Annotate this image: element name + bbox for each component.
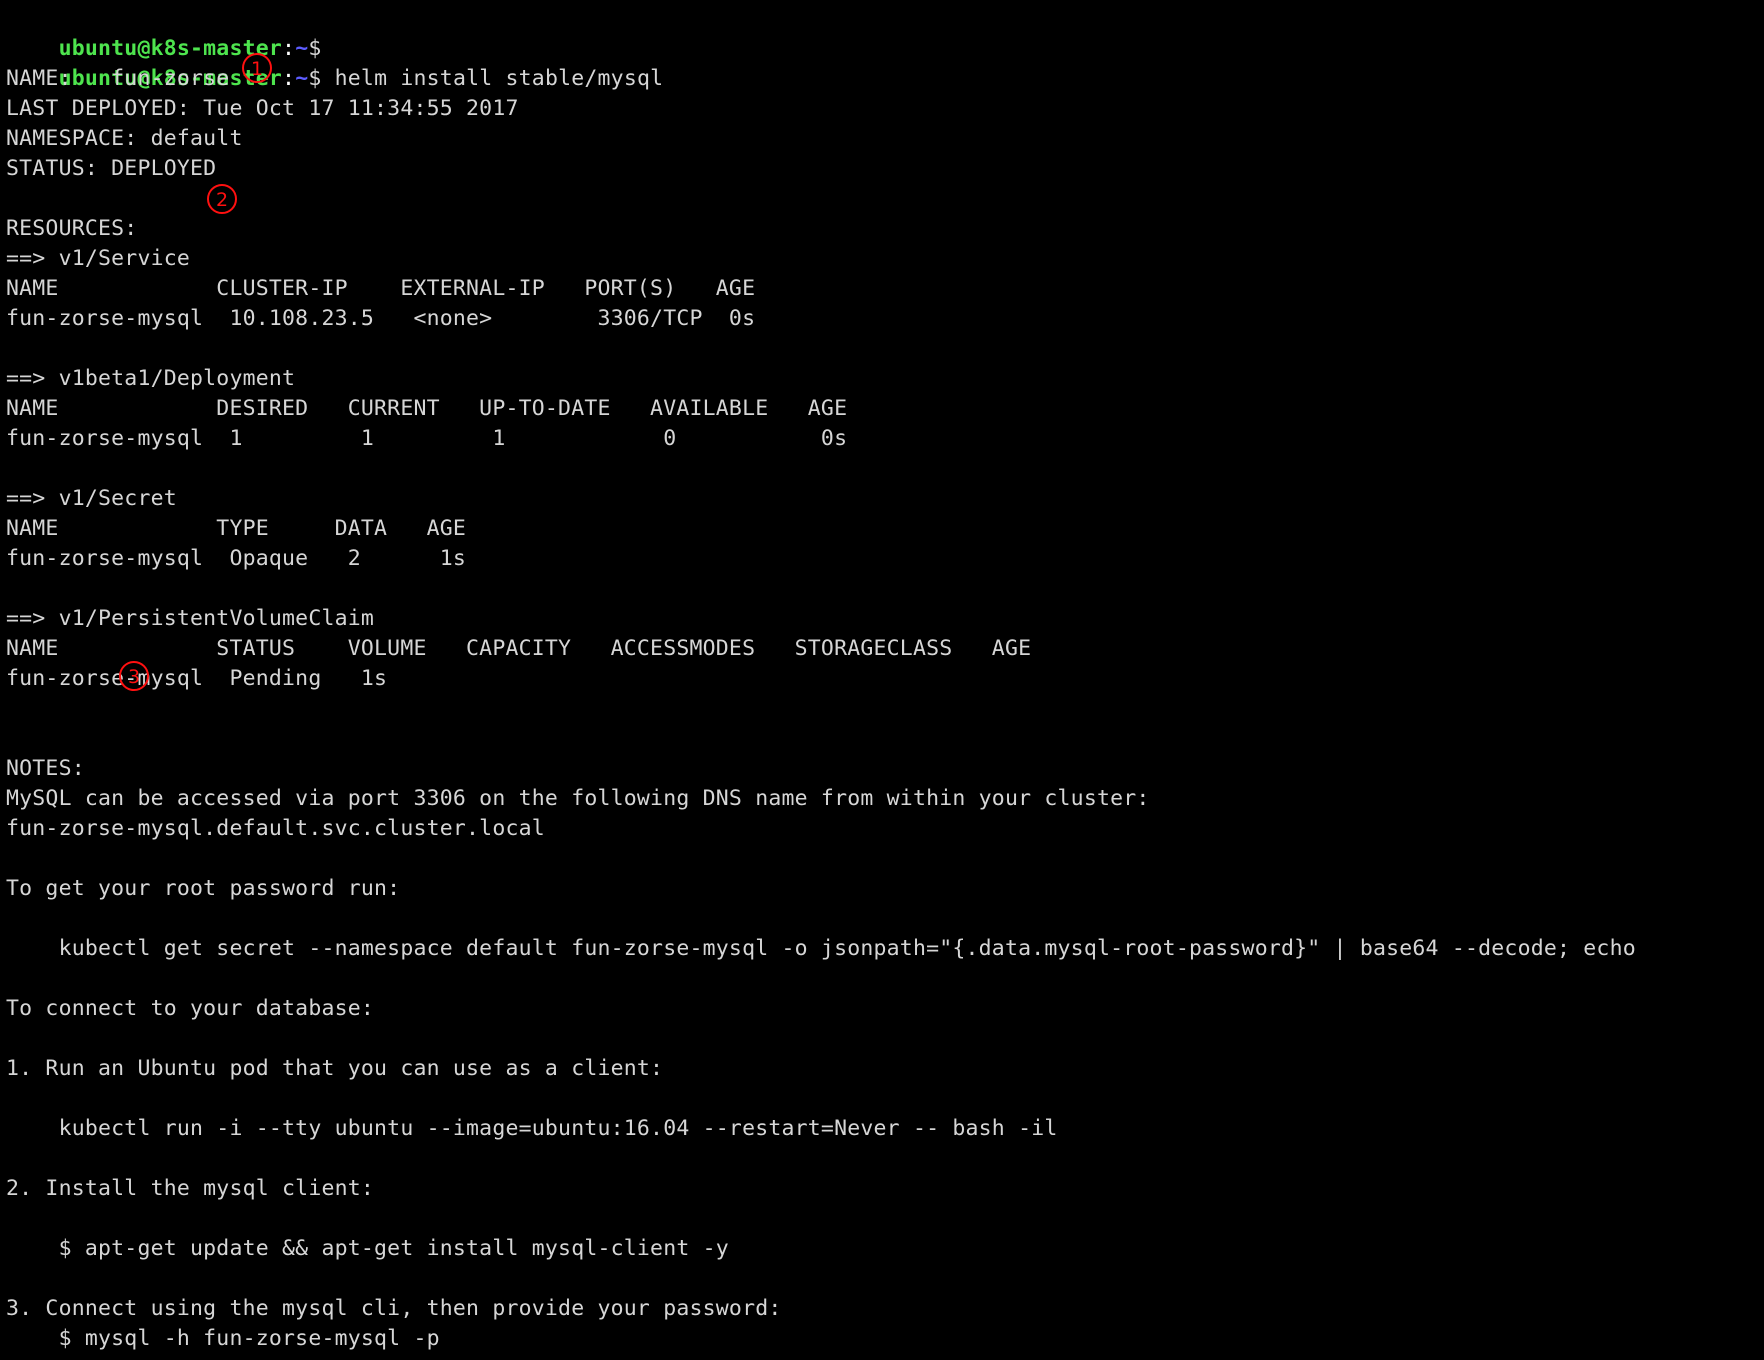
terminal-line: LAST DEPLOYED: Tue Oct 17 11:34:55 2017	[6, 96, 519, 121]
terminal-line: 1. Run an Ubuntu pod that you can use as…	[6, 1056, 664, 1081]
prompt-colon: :	[282, 66, 296, 91]
terminal-line: NOTES:	[6, 756, 85, 781]
prompt-line-idle: ubuntu@k8s-master:~$	[6, 4, 1764, 61]
terminal-line: MySQL can be accessed via port 3306 on t…	[6, 786, 1150, 811]
prompt-path: ~	[295, 66, 309, 91]
terminal-line: kubectl run -i --tty ubuntu --image=ubun…	[6, 1116, 1058, 1141]
command-text: helm install stable/mysql	[321, 66, 664, 91]
terminal-line: NAME STATUS VOLUME CAPACITY ACCESSMODES …	[6, 636, 1032, 661]
terminal-line: fun-zorse-mysql Opaque 2 1s	[6, 546, 467, 571]
terminal-line: fun-zorse-mysql 10.108.23.5 <none> 3306/…	[6, 306, 756, 331]
terminal-line: STATUS: DEPLOYED	[6, 156, 217, 181]
terminal-line: To connect to your database:	[6, 996, 375, 1021]
terminal-window[interactable]: ubuntu@k8s-master:~$ ubuntu@k8s-master:~…	[0, 0, 1764, 1360]
terminal-line: ==> v1/PersistentVolumeClaim	[6, 606, 375, 631]
terminal-line: $ apt-get update && apt-get install mysq…	[6, 1236, 729, 1261]
terminal-line: NAME DESIRED CURRENT UP-TO-DATE AVAILABL…	[6, 396, 848, 421]
terminal-line: fun-zorse-mysql 1 1 1 0 0s	[6, 426, 848, 451]
terminal-line: NAME TYPE DATA AGE	[6, 516, 467, 541]
terminal-line: RESOURCES:	[6, 216, 138, 241]
terminal-line: ==> v1/Secret	[6, 486, 177, 511]
terminal-line: fun-zorse-mysql.default.svc.cluster.loca…	[6, 816, 545, 841]
terminal-output: NAME: fun-zorse LAST DEPLOYED: Tue Oct 17…	[6, 64, 1764, 1354]
terminal-line: To get your root password run:	[6, 876, 401, 901]
prompt-dollar: $	[308, 66, 322, 91]
terminal-line: NAMESPACE: default	[6, 126, 243, 151]
terminal-line: 2. Install the mysql client:	[6, 1176, 375, 1201]
terminal-line: 3. Connect using the mysql cli, then pro…	[6, 1296, 782, 1321]
terminal-line: fun-zorse-mysql Pending 1s	[6, 666, 388, 691]
terminal-line: kubectl get secret --namespace default f…	[6, 936, 1636, 961]
terminal-line: $ mysql -h fun-zorse-mysql -p	[6, 1326, 440, 1351]
prompt-user-host: ubuntu@k8s-master	[58, 36, 283, 61]
prompt-dollar: $	[308, 36, 322, 61]
prompt-path: ~	[295, 36, 309, 61]
terminal-line: ==> v1beta1/Deployment	[6, 366, 296, 391]
terminal-line: ==> v1/Service	[6, 246, 191, 271]
prompt-colon: :	[282, 36, 296, 61]
terminal-line: NAME CLUSTER-IP EXTERNAL-IP PORT(S) AGE	[6, 276, 756, 301]
